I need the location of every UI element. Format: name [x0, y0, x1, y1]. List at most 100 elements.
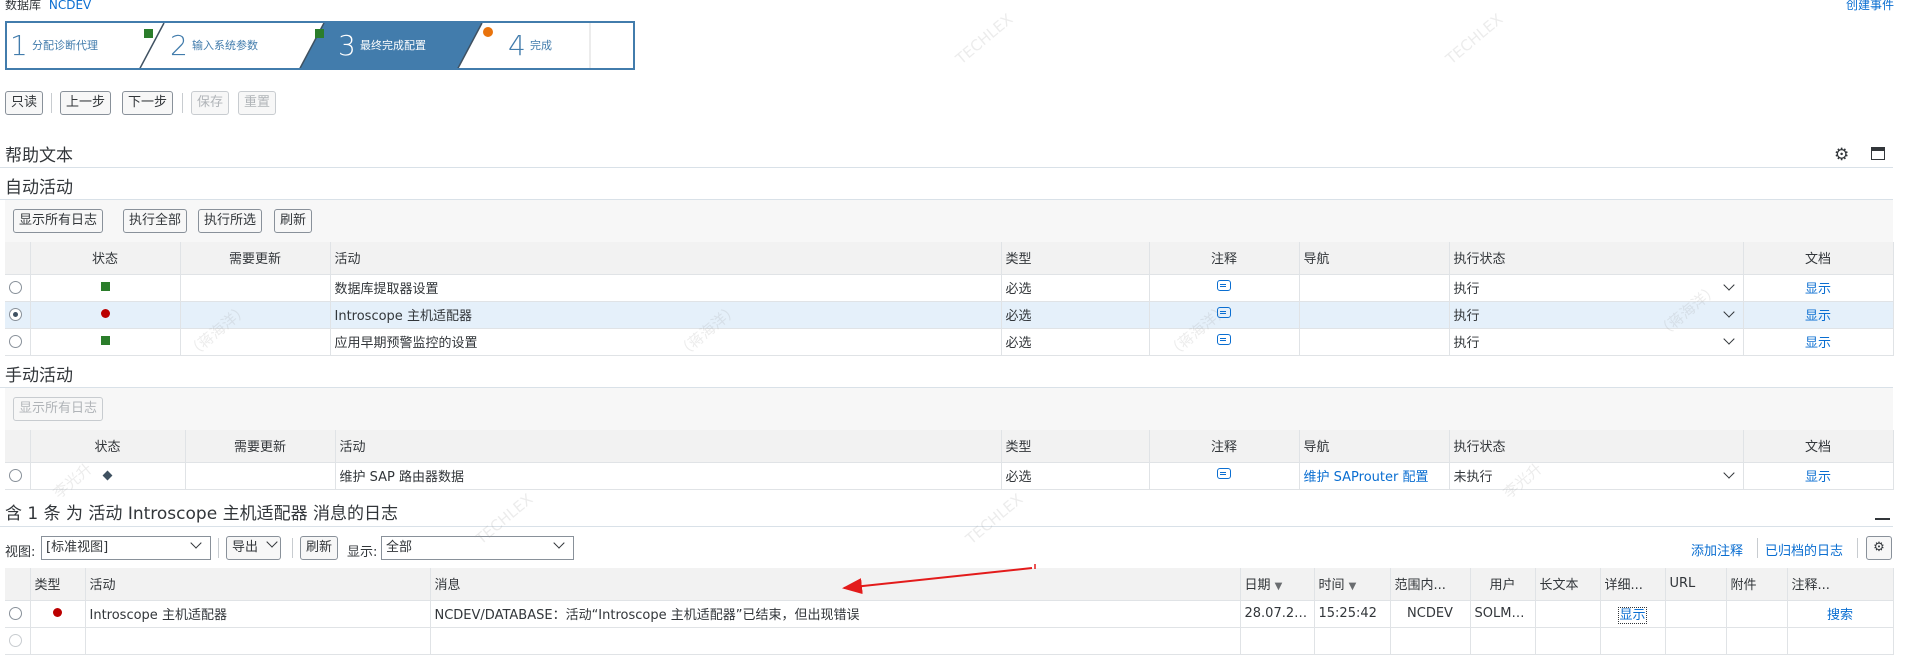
archived-logs-link[interactable]: 已归档的日志 [1765, 540, 1843, 559]
col-user[interactable]: 用户 [1470, 568, 1536, 601]
log-settings-button[interactable]: ⚙ [1866, 536, 1892, 560]
col-activity[interactable]: 活动 [330, 242, 1002, 275]
col-nav[interactable]: 导航 [1299, 430, 1450, 463]
col-type[interactable]: 类型 [1001, 242, 1150, 275]
exec-select[interactable]: 执行 [1449, 301, 1744, 329]
table-row[interactable]: 应用早期预警监控的设置 必选 执行 显示 [5, 328, 1894, 356]
step-1[interactable]: 1 分配诊断代理 [10, 29, 160, 62]
db-header: 数据库 NCDEV [5, 0, 91, 13]
col-update[interactable]: 需要更新 [185, 430, 336, 463]
col-scope[interactable]: 范围内... [1390, 568, 1471, 601]
gear-icon[interactable]: ⚙ [1834, 145, 1849, 165]
filter-icon[interactable]: ▼ [1349, 581, 1357, 592]
exec-all-button[interactable]: 执行全部 [123, 209, 188, 233]
doc-link[interactable]: 显示 [1805, 309, 1831, 324]
exec-select[interactable]: 执行 [1449, 274, 1744, 302]
col-note[interactable]: 注释 [1149, 430, 1300, 463]
col-exec[interactable]: 执行状态 [1449, 430, 1744, 463]
manual-show-all-logs-button[interactable]: 显示所有日志 [13, 397, 104, 421]
chevron-down-icon[interactable] [1722, 306, 1735, 318]
note-icon[interactable] [1217, 334, 1231, 345]
annotation-arrow [842, 564, 1036, 595]
col-activity[interactable]: 活动 [335, 430, 1002, 463]
col-doc[interactable]: 文档 [1743, 242, 1894, 275]
detail-link[interactable]: 显示 [1618, 607, 1647, 624]
row-radio[interactable] [9, 469, 22, 482]
col-type[interactable]: 类型 [30, 568, 86, 601]
readonly-button[interactable]: 只读 [5, 91, 44, 115]
col-note[interactable]: 注释... [1787, 568, 1894, 601]
table-row[interactable]: Introscope 主机适配器 必选 执行 显示 [5, 301, 1894, 329]
col-url[interactable]: URL [1665, 568, 1727, 601]
note-icon[interactable] [1217, 468, 1231, 479]
step-4[interactable]: 4 完成 [508, 29, 588, 62]
db-value[interactable]: NCDEV [49, 0, 91, 12]
log-longtext-cell [1535, 600, 1601, 628]
step-2[interactable]: 2 输入系统参数 [170, 29, 320, 62]
col-status[interactable]: 状态 [30, 430, 186, 463]
col-attach[interactable]: 附件 [1726, 568, 1788, 601]
doc-link[interactable]: 显示 [1805, 336, 1831, 351]
type-cell: 必选 [1001, 274, 1150, 302]
col-exec[interactable]: 执行状态 [1449, 242, 1744, 275]
col-nav[interactable]: 导航 [1299, 242, 1450, 275]
col-date[interactable]: 日期 ▼ [1240, 568, 1315, 601]
step-3[interactable]: 3 最终完成配置 [338, 29, 488, 62]
create-event-link[interactable]: 创建事件 [1846, 0, 1894, 13]
save-button[interactable]: 保存 [191, 91, 230, 115]
show-all-logs-button[interactable]: 显示所有日志 [13, 209, 104, 233]
row-radio[interactable] [9, 607, 22, 620]
step-3-num: 3 [338, 29, 356, 62]
col-activity[interactable]: 活动 [85, 568, 431, 601]
doc-link[interactable]: 显示 [1805, 470, 1831, 485]
chevron-down-icon[interactable] [1722, 333, 1735, 345]
col-note[interactable]: 注释 [1149, 242, 1300, 275]
step-2-num: 2 [170, 29, 188, 62]
search-link[interactable]: 搜索 [1827, 608, 1853, 623]
display-label: 显示: [347, 545, 378, 560]
row-radio[interactable] [9, 281, 22, 294]
table-row[interactable]: Introscope 主机适配器 NCDEV/DATABASE：活动“Intro… [5, 600, 1894, 628]
col-type[interactable]: 类型 [1001, 430, 1150, 463]
table-row[interactable] [5, 627, 1894, 655]
note-icon[interactable] [1217, 280, 1231, 291]
manual-toolbar-bg [5, 388, 1893, 430]
display-select[interactable]: 全部 [381, 536, 574, 560]
log-message-cell: NCDEV/DATABASE：活动“Introscope 主机适配器”已结束，但… [430, 600, 1241, 628]
divider [0, 167, 1893, 168]
exec-select[interactable]: 执行 [1449, 328, 1744, 356]
col-status[interactable]: 状态 [30, 242, 181, 275]
col-detail[interactable]: 详细... [1600, 568, 1666, 601]
exec-selected-button[interactable]: 执行所选 [198, 209, 263, 233]
step-2-status [315, 29, 324, 38]
row-radio[interactable] [9, 308, 22, 321]
col-doc[interactable]: 文档 [1743, 430, 1894, 463]
minimize-icon[interactable] [1875, 518, 1890, 520]
refresh-button[interactable]: 刷新 [274, 209, 313, 233]
next-button[interactable]: 下一步 [122, 91, 174, 115]
table-row[interactable]: 维护 SAP 路由器数据 必选 维护 SAProuter 配置 未执行 显示 [5, 462, 1894, 490]
view-select[interactable]: [标准视图] [41, 536, 211, 560]
prev-button[interactable]: 上一步 [60, 91, 112, 115]
col-update[interactable]: 需要更新 [180, 242, 331, 275]
row-radio[interactable] [9, 634, 22, 647]
doc-link[interactable]: 显示 [1805, 282, 1831, 297]
add-note-link[interactable]: 添加注释 [1691, 540, 1743, 559]
chevron-down-icon[interactable] [1722, 467, 1735, 479]
update-cell [180, 328, 331, 356]
col-time[interactable]: 时间 ▼ [1314, 568, 1391, 601]
maximize-icon[interactable] [1871, 147, 1885, 160]
export-label: 导出 [232, 540, 259, 555]
nav-link[interactable]: 维护 SAProuter 配置 [1304, 470, 1429, 485]
exec-select[interactable]: 未执行 [1449, 462, 1744, 490]
export-button[interactable]: 导出 [226, 536, 282, 560]
log-refresh-button[interactable]: 刷新 [300, 536, 339, 560]
log-activity-cell: Introscope 主机适配器 [85, 600, 431, 628]
filter-icon[interactable]: ▼ [1275, 581, 1283, 592]
reset-button[interactable]: 重置 [238, 91, 277, 115]
row-radio[interactable] [9, 335, 22, 348]
col-longtext[interactable]: 长文本 [1535, 568, 1601, 601]
table-row[interactable]: 数据库提取器设置 必选 执行 显示 [5, 274, 1894, 302]
chevron-down-icon[interactable] [1722, 279, 1735, 291]
note-icon[interactable] [1217, 307, 1231, 318]
